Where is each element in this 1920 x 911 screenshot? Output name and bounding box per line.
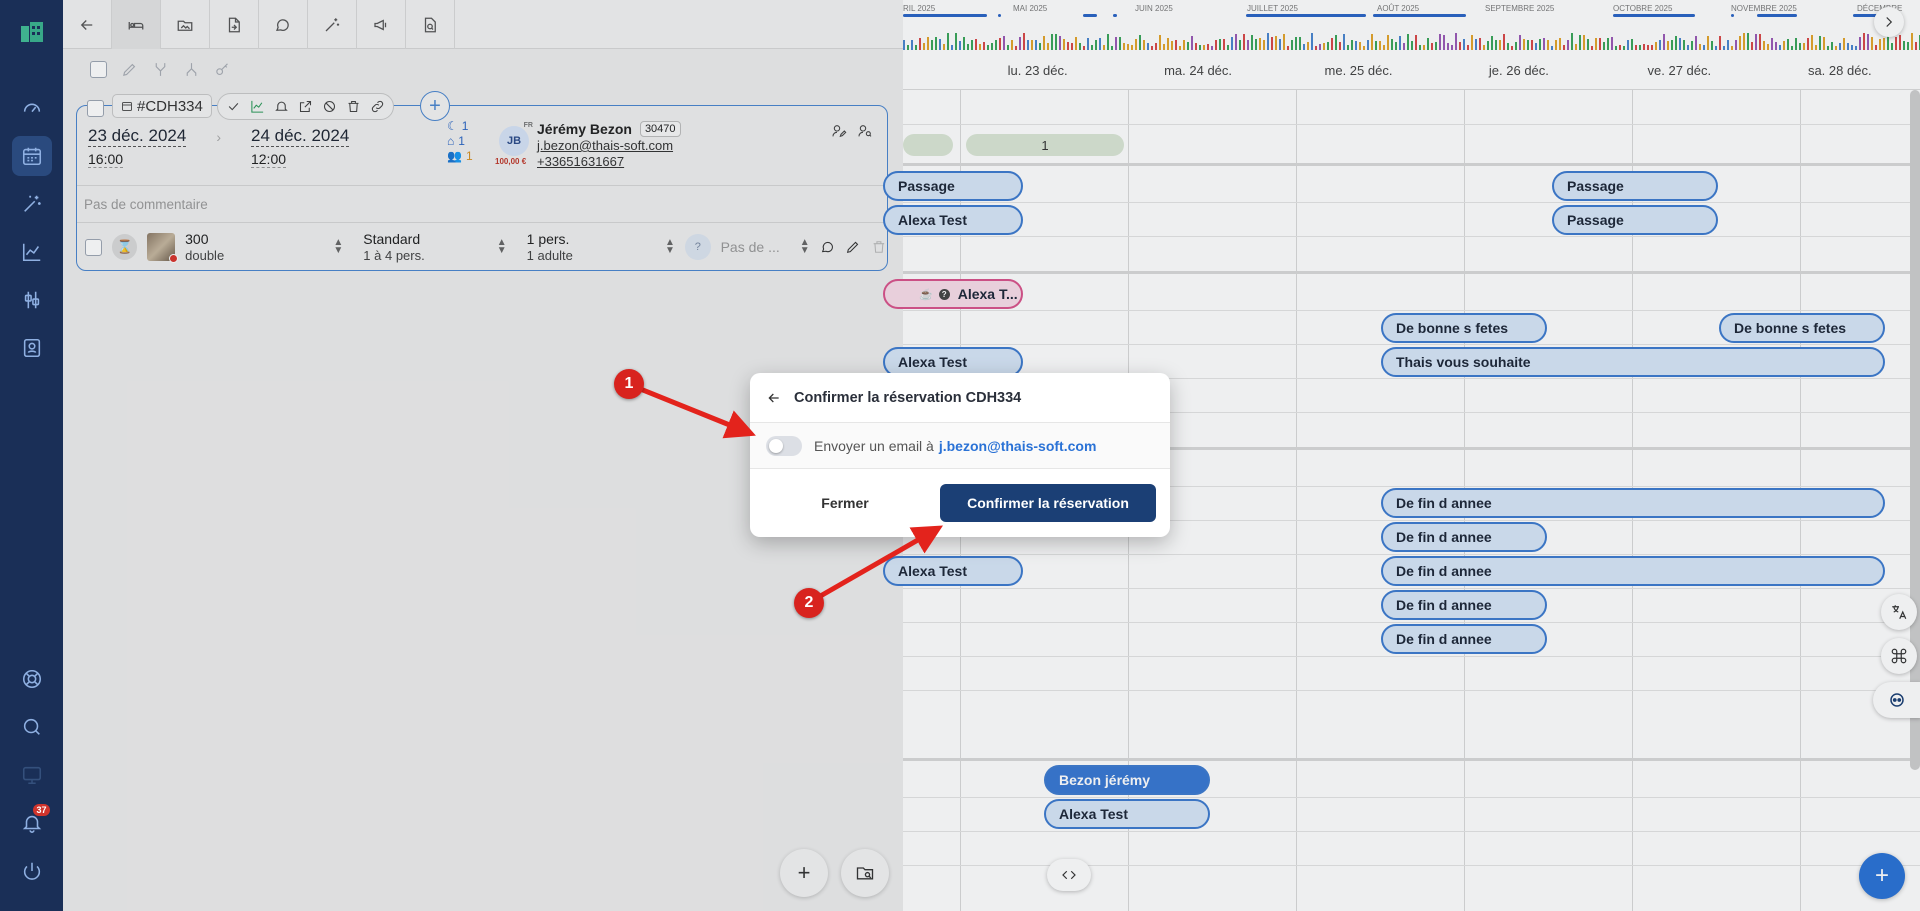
sidebar-contacts[interactable] (12, 328, 52, 368)
sidebar-search[interactable] (12, 707, 52, 747)
confirm-reservation-dialog: Confirmer la réservation CDH334 Envoyer … (750, 373, 1170, 537)
send-email-toggle[interactable] (766, 435, 802, 456)
send-email-label: Envoyer un email à (814, 437, 934, 454)
annotation-marker-1: 1 (614, 369, 644, 399)
sidebar-screen[interactable] (12, 755, 52, 795)
power-icon (23, 862, 40, 880)
sidebar-logout[interactable] (12, 851, 52, 891)
sidebar-stats[interactable] (12, 232, 52, 272)
sidebar-magic[interactable] (12, 184, 52, 224)
gauge-icon (23, 103, 40, 113)
search-icon (23, 718, 40, 735)
sidebar-settings[interactable] (12, 280, 52, 320)
sidebar-help[interactable] (12, 659, 52, 699)
sidebar-planning[interactable] (11, 136, 52, 176)
arrow-left-icon[interactable] (766, 390, 782, 406)
close-button[interactable]: Fermer (750, 495, 940, 511)
send-email-address: j.bezon@thais-soft.com (938, 437, 1097, 454)
main-sidebar: 37 (0, 0, 63, 911)
annotation-marker-2: 2 (794, 588, 824, 618)
dialog-header: Confirmer la réservation CDH334 (750, 373, 1170, 423)
send-email-option: Envoyer un email à j.bezon@thais-soft.co… (750, 423, 1170, 469)
lifebuoy-icon (22, 669, 41, 689)
dialog-title: Confirmer la réservation CDH334 (794, 389, 1022, 406)
notifications-badge: 37 (33, 804, 50, 816)
line-chart-icon (22, 243, 40, 262)
confirm-reservation-button[interactable]: Confirmer la réservation (940, 484, 1156, 522)
sliders-icon (24, 291, 39, 309)
dialog-footer: Fermer Confirmer la réservation (750, 469, 1170, 537)
sidebar-notifications[interactable]: 37 (12, 803, 52, 843)
calendar-icon (22, 147, 41, 166)
app-logo-icon[interactable] (17, 16, 47, 46)
sidebar-dashboard[interactable] (12, 88, 52, 128)
magic-wand-icon (23, 195, 41, 212)
contact-card-icon (23, 338, 40, 358)
monitor-icon (22, 766, 41, 785)
